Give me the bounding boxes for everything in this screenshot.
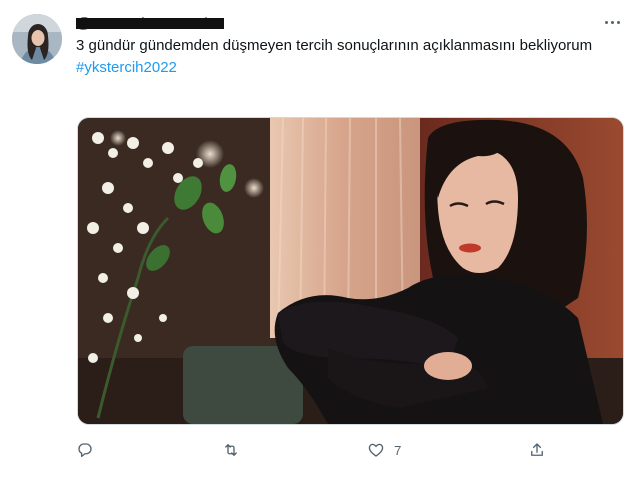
hashtag-link[interactable]: #ykstercih2022 [76, 58, 596, 78]
more-icon-dot [616, 20, 620, 24]
media-photo [78, 118, 623, 424]
tweet-media-image[interactable] [77, 117, 624, 425]
tweet[interactable]: @Buseesinar1 · 12h 3 gündür gündemden dü… [0, 0, 640, 481]
like-button[interactable]: 7 [367, 441, 401, 459]
like-count: 7 [394, 442, 402, 458]
redaction-bar [76, 17, 224, 29]
retweet-icon [224, 444, 237, 456]
avatar-image [12, 14, 62, 64]
reply-icon [78, 443, 92, 458]
retweet-button[interactable] [221, 441, 241, 459]
tweet-header: @Buseesinar1 · 12h [76, 13, 224, 33]
more-icon-dot [610, 20, 614, 24]
author-name-redacted[interactable]: @Buseesinar1 [76, 15, 224, 32]
more-icon-dot [604, 20, 608, 24]
tweet-body: 3 gündür gündemden düşmeyen tercih sonuç… [76, 37, 593, 54]
share-button[interactable] [528, 441, 546, 459]
share-icon [531, 443, 543, 456]
heart-icon [368, 443, 384, 457]
more-options-button[interactable] [600, 12, 624, 32]
avatar[interactable] [12, 14, 62, 64]
tweet-text: 3 gündür gündemden düşmeyen tercih sonuç… [76, 36, 596, 78]
tweet-actions: 7 [76, 436, 546, 464]
reply-button[interactable] [76, 441, 94, 459]
